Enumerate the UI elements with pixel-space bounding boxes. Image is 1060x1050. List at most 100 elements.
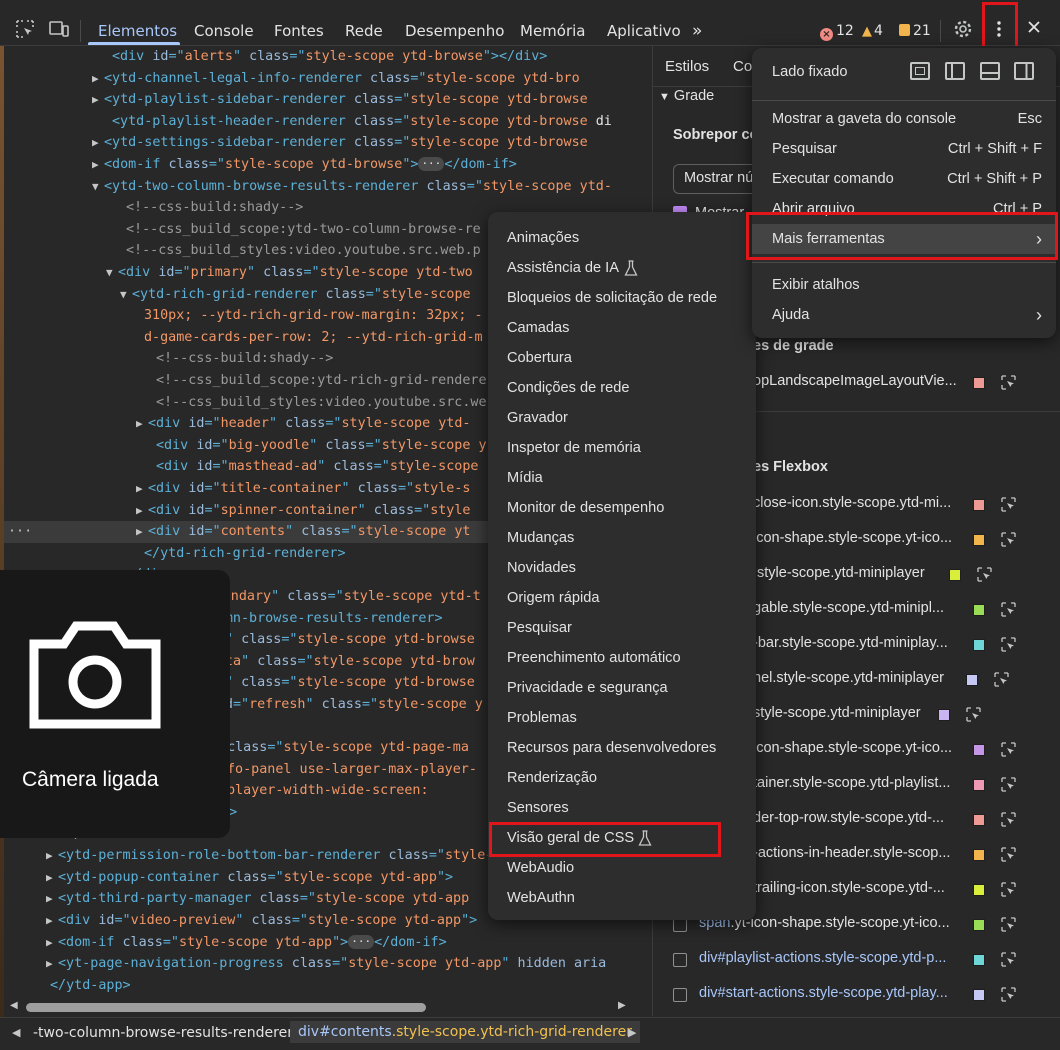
- flexbox-item-label[interactable]: trailing-icon.style-scope.ytd-...: [753, 880, 945, 896]
- tool-menu-item[interactable]: Pesquisar: [488, 613, 756, 643]
- flexbox-item-color-swatch[interactable]: [973, 639, 985, 651]
- flexbox-item-label[interactable]: style-scope.ytd-miniplayer: [753, 705, 921, 721]
- tab-memoria[interactable]: Memória: [520, 20, 586, 42]
- tool-menu-item[interactable]: Problemas: [488, 703, 756, 733]
- reveal-element-icon[interactable]: [1001, 602, 1017, 618]
- flexbox-item-color-swatch[interactable]: [973, 779, 985, 791]
- reveal-element-icon[interactable]: [1001, 742, 1017, 758]
- flexbox-item-color-swatch[interactable]: [973, 604, 985, 616]
- reveal-element-icon[interactable]: [966, 707, 982, 723]
- reveal-element-icon[interactable]: [1001, 812, 1017, 828]
- flexbox-item-color-swatch[interactable]: [973, 954, 985, 966]
- tool-menu-item[interactable]: Recursos para desenvolvedores: [488, 733, 756, 763]
- flexbox-item-label[interactable]: .style-scope.ytd-miniplayer: [753, 565, 925, 581]
- expand-triangle-right-icon[interactable]: ▶: [136, 413, 148, 435]
- expand-triangle-down-icon[interactable]: ▼: [106, 262, 118, 284]
- tool-menu-item[interactable]: Cobertura: [488, 343, 756, 373]
- scroll-left-icon[interactable]: ◀: [10, 1000, 18, 1011]
- flexbox-item-color-swatch[interactable]: [973, 499, 985, 511]
- tool-menu-item[interactable]: Novidades: [488, 553, 756, 583]
- tab-desempenho[interactable]: Desempenho: [405, 20, 504, 42]
- menu-item-shortcuts[interactable]: Exibir atalhos: [752, 270, 1056, 300]
- selected-node-marker[interactable]: ···: [8, 521, 32, 543]
- tab-aplicativo[interactable]: Aplicativo: [607, 20, 681, 42]
- breadcrumb-item-parent[interactable]: -two-column-browse-results-renderer: [33, 1025, 293, 1041]
- reveal-element-icon[interactable]: [977, 567, 993, 583]
- reveal-element-icon[interactable]: [1001, 532, 1017, 548]
- expand-triangle-down-icon[interactable]: ▼: [120, 284, 132, 306]
- reveal-element-icon[interactable]: [1001, 637, 1017, 653]
- flexbox-item-label[interactable]: -actions-in-header.style-scop...: [753, 845, 950, 861]
- flexbox-item-color-swatch[interactable]: [973, 884, 985, 896]
- flexbox-item-label[interactable]: div#playlist-actions.style-scope.ytd-p..…: [699, 950, 946, 966]
- tool-menu-item[interactable]: Privacidade e segurança: [488, 673, 756, 703]
- flexbox-item-label[interactable]: -bar.style-scope.ytd-miniplay...: [753, 635, 948, 651]
- flexbox-item-color-swatch[interactable]: [973, 814, 985, 826]
- expand-triangle-right-icon[interactable]: ▶: [46, 910, 58, 932]
- reveal-element-icon[interactable]: [1001, 497, 1017, 513]
- select-element-icon[interactable]: [14, 19, 36, 41]
- expand-triangle-right-icon[interactable]: ▶: [46, 953, 58, 975]
- expand-triangle-right-icon[interactable]: ▶: [136, 500, 148, 522]
- expand-triangle-right-icon[interactable]: ▶: [136, 521, 148, 543]
- collapsed-content-ellipsis[interactable]: ···: [418, 157, 445, 171]
- flexbox-item-label[interactable]: div#start-actions.style-scope.ytd-play..…: [699, 985, 948, 1001]
- flexbox-item-color-swatch[interactable]: [973, 744, 985, 756]
- tool-menu-item[interactable]: Mudanças: [488, 523, 756, 553]
- tool-menu-item[interactable]: Mídia: [488, 463, 756, 493]
- flexbox-item-color-swatch[interactable]: [938, 709, 950, 721]
- expand-triangle-right-icon[interactable]: ▶: [46, 932, 58, 954]
- menu-item-search[interactable]: Pesquisar Ctrl + Shift + F: [752, 134, 1056, 164]
- tool-menu-item[interactable]: WebAuthn: [488, 883, 756, 913]
- section-grade-header[interactable]: ▼ Grade: [659, 86, 714, 107]
- grid-item-label[interactable]: opLandscapeImageLayoutVie...: [753, 373, 957, 389]
- expand-triangle-down-icon[interactable]: ▼: [92, 176, 104, 198]
- tool-menu-item[interactable]: Bloqueios de solicitação de rede: [488, 283, 756, 313]
- menu-item-run-command[interactable]: Executar comando Ctrl + Shift + P: [752, 164, 1056, 194]
- expand-triangle-right-icon[interactable]: ▶: [46, 845, 58, 867]
- tab-console[interactable]: Console: [194, 20, 254, 42]
- tool-menu-item[interactable]: Inspetor de memória: [488, 433, 756, 463]
- expand-triangle-right-icon[interactable]: ▶: [92, 89, 104, 111]
- scroll-right-icon[interactable]: ▶: [618, 1000, 626, 1011]
- issues-badge[interactable]: 21: [899, 20, 931, 42]
- tool-menu-item[interactable]: Assistência de IA: [488, 253, 756, 283]
- flexbox-item-label[interactable]: nel.style-scope.ytd-miniplayer: [753, 670, 944, 686]
- flexbox-item-color-swatch[interactable]: [973, 534, 985, 546]
- flexbox-item-label[interactable]: icon-shape.style-scope.yt-ico...: [753, 740, 952, 756]
- flexbox-item-label[interactable]: close-icon.style-scope.ytd-mi...: [753, 495, 951, 511]
- flexbox-item-label[interactable]: icon-shape.style-scope.yt-ico...: [753, 530, 952, 546]
- dock-undock-icon[interactable]: [910, 62, 930, 80]
- tool-menu-item[interactable]: Origem rápida: [488, 583, 756, 613]
- reveal-element-icon[interactable]: [1001, 375, 1017, 391]
- breadcrumb-right-icon[interactable]: ▶: [628, 1026, 636, 1039]
- tool-menu-item[interactable]: Monitor de desempenho: [488, 493, 756, 523]
- device-toolbar-icon[interactable]: [48, 19, 70, 41]
- tool-menu-item[interactable]: WebAudio: [488, 853, 756, 883]
- expand-triangle-right-icon[interactable]: ▶: [46, 867, 58, 889]
- tool-menu-item[interactable]: Condições de rede: [488, 373, 756, 403]
- reveal-element-icon[interactable]: [1001, 777, 1017, 793]
- reveal-element-icon[interactable]: [994, 672, 1010, 688]
- tab-rede[interactable]: Rede: [345, 20, 383, 42]
- reveal-element-icon[interactable]: [1001, 952, 1017, 968]
- dock-bottom-icon[interactable]: [980, 62, 1000, 80]
- tool-menu-item[interactable]: Gravador: [488, 403, 756, 433]
- reveal-element-icon[interactable]: [1001, 987, 1017, 1003]
- errors-badge[interactable]: × 12: [820, 20, 854, 42]
- flexbox-item-checkbox[interactable]: [673, 988, 687, 1002]
- scrollbar-thumb[interactable]: [26, 1003, 426, 1012]
- menu-item-console-drawer[interactable]: Mostrar a gaveta do console Esc: [752, 104, 1056, 134]
- grid-item-color-swatch[interactable]: [973, 377, 985, 389]
- flexbox-item-color-swatch[interactable]: [973, 919, 985, 931]
- flexbox-item-label[interactable]: gable.style-scope.ytd-minipl...: [753, 600, 944, 616]
- flexbox-item-label[interactable]: tainer.style-scope.ytd-playlist...: [753, 775, 950, 791]
- tool-menu-item[interactable]: Camadas: [488, 313, 756, 343]
- flexbox-item-color-swatch[interactable]: [973, 849, 985, 861]
- tab-estilos[interactable]: Estilos: [665, 58, 709, 75]
- tab-computed[interactable]: Co: [733, 58, 752, 75]
- more-tabs-button[interactable]: »: [692, 20, 702, 42]
- settings-gear-icon[interactable]: [952, 19, 974, 41]
- dock-left-icon[interactable]: [945, 62, 965, 80]
- reveal-element-icon[interactable]: [1001, 882, 1017, 898]
